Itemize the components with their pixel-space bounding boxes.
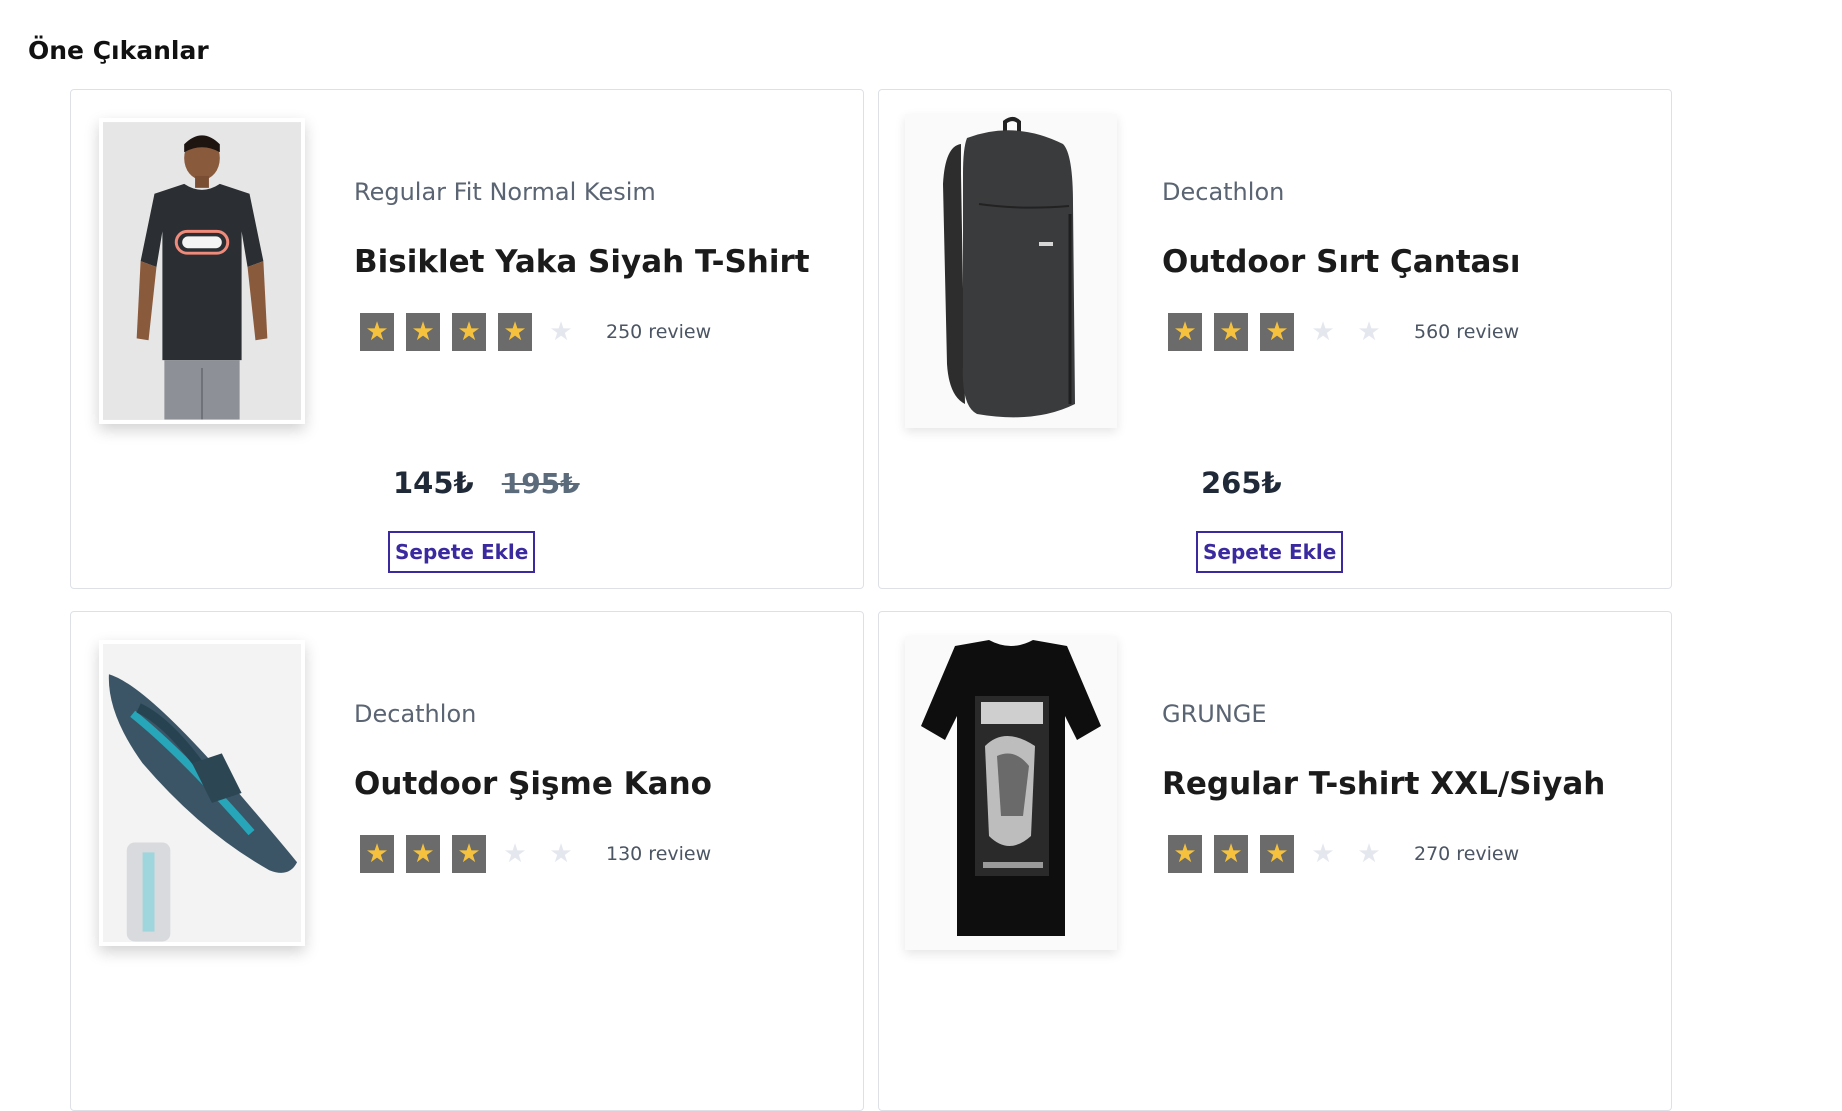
review-count: 250 review — [606, 321, 712, 343]
graphic-tshirt-image — [905, 636, 1117, 950]
star-filled-icon: ★ — [1214, 313, 1248, 351]
product-brand: Decathlon — [1162, 178, 1285, 206]
tshirt-model-image — [103, 122, 301, 420]
add-to-cart-button[interactable]: Sepete Ekle — [388, 531, 536, 573]
current-price: 265₺ — [1201, 466, 1282, 500]
star-filled-icon: ★ — [1214, 835, 1248, 873]
star-empty-icon: ★ — [549, 839, 573, 869]
product-image[interactable] — [905, 114, 1117, 428]
current-price: 145₺ — [393, 466, 474, 500]
star-empty-icon: ★ — [1311, 317, 1335, 347]
product-image[interactable] — [99, 640, 305, 946]
product-card[interactable]: Regular Fit Normal Kesim Bisiklet Yaka S… — [70, 89, 864, 589]
star-filled-icon: ★ — [406, 313, 440, 351]
backpack-image — [905, 114, 1117, 428]
product-name[interactable]: Bisiklet Yaka Siyah T-Shirt — [354, 244, 810, 280]
product-rating: ★ ★ ★ ★ ★ 250 review — [360, 313, 711, 351]
star-empty-icon: ★ — [503, 839, 527, 869]
product-name[interactable]: Outdoor Şişme Kano — [354, 766, 712, 802]
review-count: 130 review — [606, 843, 712, 865]
product-image[interactable] — [905, 636, 1117, 950]
product-brand: Regular Fit Normal Kesim — [354, 178, 656, 206]
star-filled-icon: ★ — [360, 313, 394, 351]
product-card[interactable]: Decathlon Outdoor Şişme Kano ★ ★ ★ ★ ★ 1… — [70, 611, 864, 1111]
product-rating: ★ ★ ★ ★ ★ 130 review — [360, 835, 711, 873]
star-filled-icon: ★ — [360, 835, 394, 873]
product-rating: ★ ★ ★ ★ ★ 270 review — [1168, 835, 1519, 873]
star-empty-icon: ★ — [1311, 839, 1335, 869]
old-price: 195₺ — [501, 467, 580, 500]
price-row: 265₺ — [1201, 466, 1282, 500]
star-filled-icon: ★ — [452, 835, 486, 873]
product-card[interactable]: Decathlon Outdoor Sırt Çantası ★ ★ ★ ★ ★… — [878, 89, 1672, 589]
product-brand: GRUNGE — [1162, 700, 1267, 728]
star-empty-icon: ★ — [1357, 839, 1381, 869]
price-row: 145₺ 195₺ — [393, 466, 580, 500]
star-empty-icon: ★ — [1357, 317, 1381, 347]
product-name[interactable]: Outdoor Sırt Çantası — [1162, 244, 1521, 280]
product-image[interactable] — [99, 118, 305, 424]
star-filled-icon: ★ — [498, 313, 532, 351]
product-grid: Regular Fit Normal Kesim Bisiklet Yaka S… — [70, 89, 1672, 1111]
star-filled-icon: ★ — [1260, 313, 1294, 351]
product-card[interactable]: GRUNGE Regular T-shirt XXL/Siyah ★ ★ ★ ★… — [878, 611, 1672, 1111]
product-brand: Decathlon — [354, 700, 477, 728]
kayak-image — [103, 644, 301, 942]
product-name[interactable]: Regular T-shirt XXL/Siyah — [1162, 766, 1605, 802]
review-count: 270 review — [1414, 843, 1520, 865]
star-filled-icon: ★ — [1260, 835, 1294, 873]
add-to-cart-button[interactable]: Sepete Ekle — [1196, 531, 1344, 573]
star-filled-icon: ★ — [452, 313, 486, 351]
star-filled-icon: ★ — [1168, 313, 1202, 351]
product-rating: ★ ★ ★ ★ ★ 560 review — [1168, 313, 1519, 351]
review-count: 560 review — [1414, 321, 1520, 343]
star-filled-icon: ★ — [1168, 835, 1202, 873]
star-empty-icon: ★ — [549, 317, 573, 347]
star-filled-icon: ★ — [406, 835, 440, 873]
section-title: Öne Çıkanlar — [28, 36, 209, 65]
